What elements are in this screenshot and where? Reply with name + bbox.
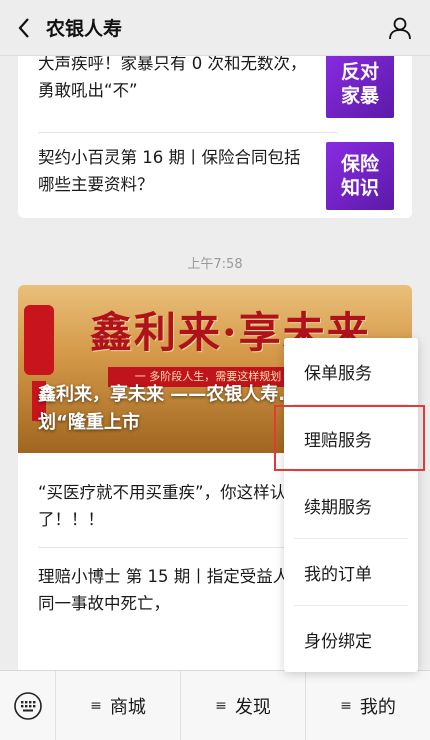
chinese-knot-decoration [24,305,54,375]
profile-button[interactable] [384,12,416,44]
menu-item-renewal-service[interactable]: 续期服务 [284,472,418,538]
article-title: 契约小百灵第 16 期丨保险合同包括哪些主要资料？ [38,148,301,194]
menu-item-my-orders[interactable]: 我的订单 [284,539,418,605]
highlight-box [274,405,425,471]
article-item[interactable]: 契约小百灵第 16 期丨保险合同包括哪些主要资料？ 保险知识 [38,132,394,210]
article-card: 大声疾呼！家暴只有 0 次和无数次，勇敢吼出“不” 反对家暴 契约小百灵第 16… [18,56,412,218]
menu-lines-icon: ≡ [90,697,102,714]
page-title: 农银人寿 [46,18,123,40]
back-arrow-icon [18,17,29,38]
article-thumbnail: 保险知识 [326,142,394,210]
bottom-menu-bar: ≡ 商城 ≡ 发现 ≡ 我的 [0,670,430,740]
top-bar: 农银人寿 [0,0,430,56]
person-icon [389,17,411,40]
message-timestamp: 上午7:58 [187,257,243,272]
article-thumbnail: 反对家暴 [326,56,394,118]
tab-discover[interactable]: ≡ 发现 [181,671,306,740]
keyboard-toggle-button[interactable] [0,671,56,740]
keyboard-icon [13,692,42,720]
menu-lines-icon: ≡ [340,697,352,714]
article-title: 大声疾呼！家暴只有 0 次和无数次，勇敢吼出“不” [38,56,307,100]
back-button[interactable] [4,0,44,56]
menu-item-policy-service[interactable]: 保单服务 [284,338,418,404]
article-item[interactable]: 大声疾呼！家暴只有 0 次和无数次，勇敢吼出“不” 反对家暴 [38,56,394,118]
menu-item-identity-binding[interactable]: 身份绑定 [284,606,418,672]
tab-mine[interactable]: ≡ 我的 [306,671,430,740]
menu-lines-icon: ≡ [215,697,227,714]
service-popup-menu: 保单服务 理赔服务 续期服务 我的订单 身份绑定 [284,338,418,672]
tab-mall[interactable]: ≡ 商城 [56,671,181,740]
